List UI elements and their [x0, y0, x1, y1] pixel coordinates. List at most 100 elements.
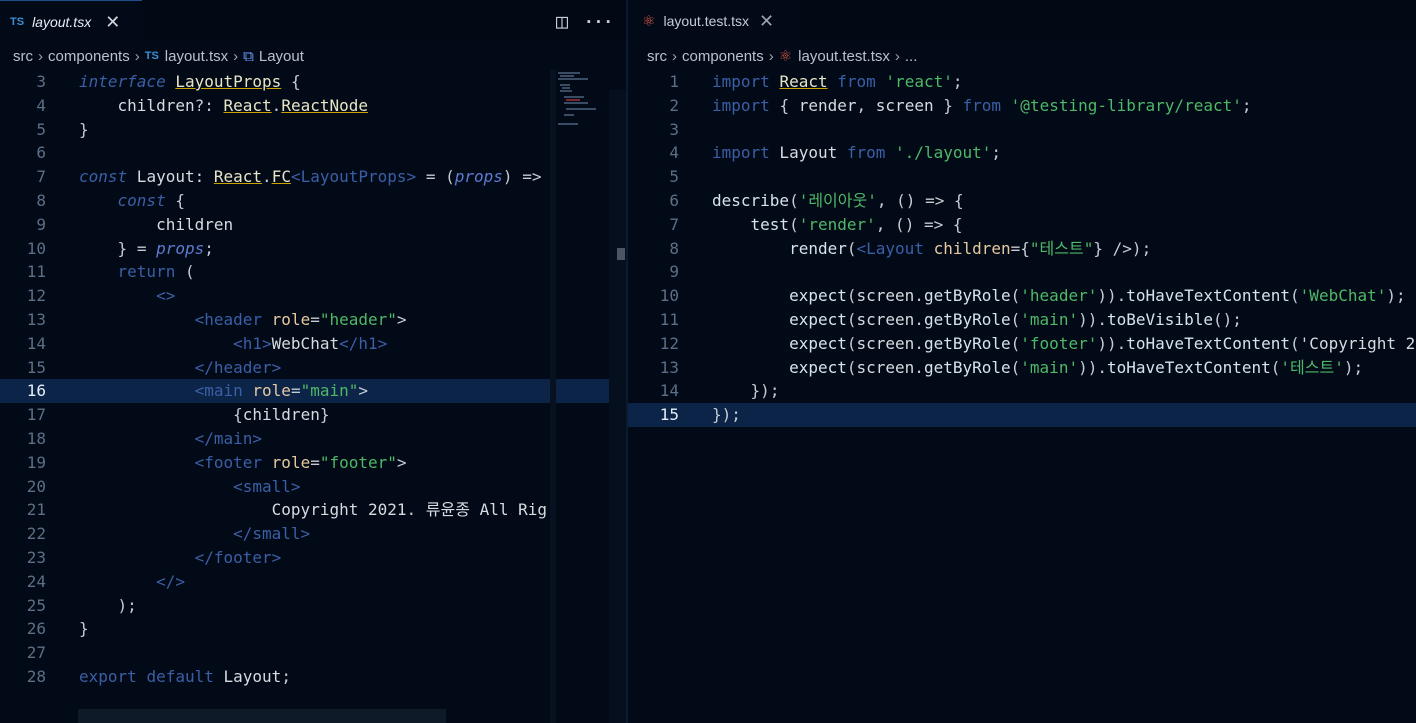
code-line[interactable]: 4 children?: React.ReactNode	[0, 94, 626, 118]
code-text: Copyright 2021. 류윤종 All Rig	[79, 500, 548, 520]
line-number: 10	[659, 286, 679, 306]
code-line[interactable]: 15});	[628, 403, 1416, 427]
tab-layout-test-tsx[interactable]: ⚛ layout.test.tsx ✕	[628, 0, 800, 42]
tab-label: layout.test.tsx	[663, 13, 750, 29]
breadcrumb-symbol[interactable]: Layout	[259, 48, 304, 65]
horizontal-scrollbar[interactable]	[78, 709, 446, 723]
tab-layout-tsx[interactable]: TS layout.tsx ✕	[0, 0, 142, 43]
code-line[interactable]: 10 } = props;	[0, 237, 626, 261]
code-text: import { render, screen } from '@testing…	[712, 95, 1252, 115]
close-icon[interactable]: ✕	[105, 12, 120, 33]
code-line[interactable]: 2 import { render, screen } from '@testin…	[628, 94, 1416, 118]
code-line[interactable]: 7 const Layout: React.FC<LayoutProps> = (…	[0, 165, 626, 189]
code-text: <h1>WebChat</h1>	[233, 333, 388, 353]
code-text: children	[79, 214, 234, 234]
code-line[interactable]: 22 </small>	[0, 522, 626, 546]
line-number: 11	[26, 262, 46, 282]
code-text: </small>	[233, 524, 311, 544]
code-line[interactable]: 11 expect(screen.getByRole('main')).toBe…	[628, 308, 1416, 332]
code-text: const Layout: React.FC<LayoutProps> = (p…	[79, 167, 542, 187]
code-text: <small>	[233, 476, 301, 496]
code-line[interactable]: 10 expect(screen.getByRole('header')).to…	[628, 284, 1416, 308]
line-number: 3	[36, 72, 46, 91]
code-text: expect(screen.getByRole('main')).toHaveT…	[789, 357, 1364, 377]
code-line[interactable]: 7 test('render', () => {	[628, 213, 1416, 237]
code-line[interactable]: 21 Copyright 2021. 류윤종 All Rig	[0, 498, 626, 522]
chevron-right-icon: ›	[768, 47, 774, 65]
line-number: 26	[26, 619, 46, 639]
breadcrumb-file[interactable]: layout.tsx	[165, 48, 228, 65]
line-number: 18	[26, 428, 46, 448]
breadcrumb: src › components › ⚛ layout.test.tsx › ...	[628, 42, 1416, 70]
code-line[interactable]: 13 expect(screen.getByRole('main')).toHa…	[628, 356, 1416, 380]
code-line[interactable]: 11 return (	[0, 260, 626, 284]
code-line[interactable]: 19 <footer role="footer">	[0, 451, 626, 475]
code-line[interactable]: 6	[0, 141, 626, 165]
code-line[interactable]: 9	[628, 260, 1416, 284]
split-editor-icon[interactable]: ◫	[556, 9, 568, 33]
vertical-scrollbar[interactable]	[609, 90, 626, 723]
line-number: 8	[36, 190, 46, 210]
code-line[interactable]: 1 import React from 'react';	[628, 70, 1416, 94]
code-line[interactable]: 3	[628, 118, 1416, 142]
line-number: 23	[26, 547, 46, 567]
line-number: 12	[26, 286, 46, 306]
line-number: 9	[669, 262, 679, 282]
code-text: export default Layout;	[79, 666, 291, 686]
code-line[interactable]: 9 children	[0, 213, 626, 237]
tab-bar: TS layout.tsx ✕ ◫ ···	[0, 0, 626, 43]
scrollbar-thumb[interactable]	[617, 248, 625, 260]
code-line[interactable]: 24 </>	[0, 570, 626, 594]
code-line[interactable]: 25 );	[0, 594, 626, 618]
code-text: } = props;	[117, 238, 214, 258]
code-line[interactable]: 16 <main role="main">	[0, 379, 626, 404]
line-number: 16	[26, 381, 46, 401]
line-number: 12	[659, 333, 679, 353]
code-line[interactable]: 26}	[0, 617, 626, 641]
code-line[interactable]: 4 import Layout from './layout';	[628, 141, 1416, 165]
breadcrumb: src › components › TS layout.tsx › ⧉ Layout	[0, 42, 626, 70]
code-line[interactable]: 12 expect(screen.getByRole('footer')).to…	[628, 332, 1416, 356]
code-line[interactable]: 27	[0, 641, 626, 665]
code-text: });	[712, 405, 741, 425]
line-number: 15	[26, 357, 46, 377]
breadcrumb-ellipsis[interactable]: ...	[905, 48, 918, 65]
code-line[interactable]: 23 </footer>	[0, 546, 626, 570]
line-number: 28	[26, 666, 46, 686]
breadcrumb-src[interactable]: src	[647, 48, 667, 65]
more-actions-icon[interactable]: ···	[584, 12, 613, 31]
code-line[interactable]: 17 {children}	[0, 403, 626, 427]
minimap[interactable]	[556, 70, 608, 130]
code-line[interactable]: 14 });	[628, 379, 1416, 403]
code-line[interactable]: 6 describe('레이아웃', () => {	[628, 189, 1416, 213]
code-area[interactable]: 1 import React from 'react'; 2 import { ren…	[628, 70, 1416, 427]
code-line[interactable]: 8 const {	[0, 189, 626, 213]
code-line[interactable]: 28 export default Layout;	[0, 665, 626, 689]
code-line[interactable]: 5	[628, 165, 1416, 189]
breadcrumb-components[interactable]: components	[48, 48, 130, 65]
code-text: );	[117, 595, 137, 615]
breadcrumb-components[interactable]: components	[682, 48, 764, 65]
code-text: </footer>	[194, 547, 282, 567]
code-line[interactable]: 20 <small>	[0, 475, 626, 499]
code-line[interactable]: 14 <h1>WebChat</h1>	[0, 332, 626, 356]
code-line[interactable]: 5}	[0, 118, 626, 142]
line-number: 1	[669, 72, 679, 91]
code-line[interactable]: 15 </header>	[0, 356, 626, 380]
code-line[interactable]: 3 interface LayoutProps {	[0, 70, 626, 94]
code-area[interactable]: 3 interface LayoutProps {4 children?: Rea…	[0, 70, 626, 689]
code-line[interactable]: 12 <>	[0, 284, 626, 308]
react-file-icon: ⚛	[642, 13, 656, 30]
line-number: 8	[669, 238, 679, 258]
code-line[interactable]: 13 <header role="header">	[0, 308, 626, 332]
code-text: return (	[117, 262, 195, 282]
typescript-file-icon: TS	[10, 16, 25, 28]
code-line[interactable]: 8 render(<Layout children={"테스트"} />);	[628, 237, 1416, 261]
chevron-right-icon: ›	[894, 47, 900, 65]
close-icon[interactable]: ✕	[759, 11, 774, 32]
code-text: {children}	[233, 405, 330, 425]
breadcrumb-file[interactable]: layout.test.tsx	[798, 48, 890, 65]
breadcrumb-src[interactable]: src	[13, 48, 33, 65]
line-number: 14	[659, 381, 679, 401]
code-line[interactable]: 18 </main>	[0, 427, 626, 451]
